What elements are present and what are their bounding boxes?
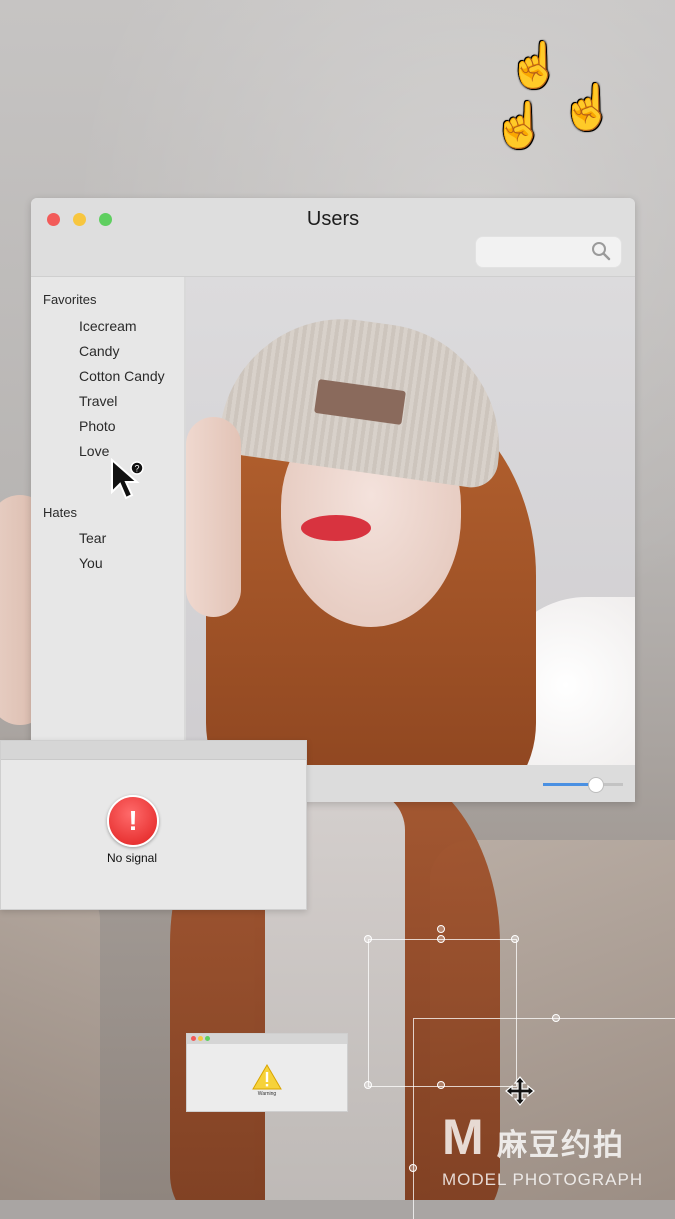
transform-handle[interactable]	[552, 1014, 560, 1022]
jacket-left	[0, 880, 100, 1200]
search-field[interactable]	[475, 236, 622, 268]
error-icon: !	[107, 795, 159, 847]
error-dialog-titlebar	[1, 741, 306, 760]
hand-cursor-icon: ☝	[492, 101, 547, 150]
warning-message: Warning	[257, 1091, 277, 1097]
sidebar-item-photo[interactable]: Photo	[79, 418, 116, 434]
minimize-button[interactable]	[198, 1036, 203, 1041]
hand-cursor-icon: ☝	[560, 83, 615, 132]
help-badge-text: ?	[134, 464, 139, 474]
rotate-handle[interactable]	[437, 925, 445, 933]
sidebar-item-you[interactable]: You	[79, 555, 103, 571]
transform-handle[interactable]	[511, 935, 519, 943]
transform-handle[interactable]	[437, 1081, 445, 1089]
hand-cursor-icon: ☝	[507, 41, 562, 90]
zoom-slider[interactable]	[543, 777, 623, 793]
sidebar-item-candy[interactable]: Candy	[79, 343, 119, 359]
sidebar: Favorites Icecream Candy Cotton Candy Tr…	[31, 277, 184, 802]
photo-viewer[interactable]	[186, 277, 635, 765]
window-titlebar: Users	[31, 198, 635, 277]
watermark-cn: 麻豆约拍	[497, 1129, 625, 1162]
sidebar-item-tear[interactable]: Tear	[79, 530, 106, 546]
sidebar-section-hates: Hates	[43, 505, 77, 520]
search-icon[interactable]	[591, 241, 611, 261]
move-cursor-icon	[505, 1076, 535, 1106]
transform-handle[interactable]	[364, 935, 372, 943]
warning-icon	[252, 1064, 282, 1090]
watermark-en: MODEL PHOTOGRAPH	[442, 1170, 644, 1189]
transform-handle[interactable]	[364, 1081, 372, 1089]
window-title: Users	[306, 208, 360, 230]
warning-dialog: Warning	[186, 1033, 348, 1112]
sidebar-item-love[interactable]: Love	[79, 443, 109, 459]
transform-handle[interactable]	[437, 935, 445, 943]
sidebar-section-favorites: Favorites	[43, 292, 97, 307]
search-input[interactable]	[484, 241, 588, 263]
zoom-button[interactable]	[205, 1036, 210, 1041]
error-dialog: ! No signal	[0, 740, 307, 910]
watermark-m-icon: M	[442, 1109, 484, 1165]
photo-lips	[301, 515, 371, 541]
sidebar-item-travel[interactable]: Travel	[79, 393, 117, 409]
error-message: No signal	[106, 851, 158, 865]
close-button[interactable]	[191, 1036, 196, 1041]
sidebar-item-icecream[interactable]: Icecream	[79, 318, 137, 334]
sidebar-item-cotton-candy[interactable]: Cotton Candy	[79, 368, 165, 384]
transform-handle[interactable]	[409, 1164, 417, 1172]
warning-dialog-titlebar	[187, 1034, 347, 1044]
photo-hand	[186, 417, 241, 617]
zoom-slider-knob[interactable]	[588, 777, 604, 793]
arrow-cursor-icon: ?	[111, 458, 144, 500]
